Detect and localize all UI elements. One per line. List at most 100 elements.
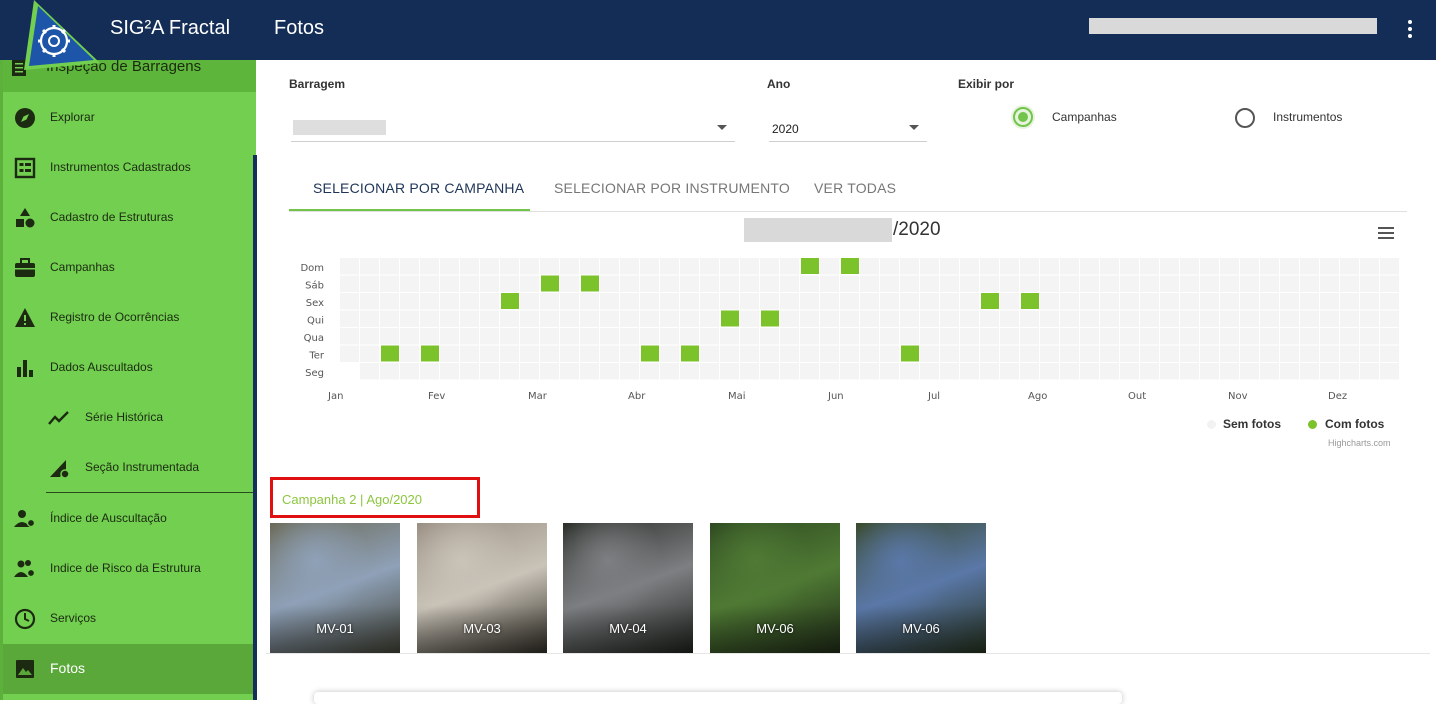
photo-thumbnail[interactable]: MV-06 [856, 523, 986, 653]
sidebar-item-fotos[interactable]: Fotos [0, 644, 256, 694]
tab-selecionar-por-campanha[interactable]: SELECIONAR POR CAMPANHA [313, 180, 524, 196]
app-logo[interactable] [20, 0, 102, 70]
heatmap-cell-sem-fotos [1040, 328, 1059, 345]
heatmap-cell-sem-fotos [1380, 310, 1399, 327]
sidebar-item-serie-historica[interactable]: Série Histórica [0, 393, 256, 443]
heatmap-cell-sem-fotos [1200, 310, 1219, 327]
sidebar-item-registro-ocorrencias[interactable]: Registro de Ocorrências [0, 293, 256, 343]
heatmap-cell-com-fotos[interactable] [641, 345, 659, 362]
heatmap-cell-sem-fotos [760, 293, 779, 310]
legend-sem-fotos-marker[interactable] [1207, 420, 1216, 429]
heatmap-cell-com-fotos[interactable] [421, 345, 439, 362]
chart-credits[interactable]: Highcharts.com [1328, 438, 1391, 448]
heatmap-cell-sem-fotos [640, 275, 659, 292]
sidebar-item-dados-auscultados[interactable]: Dados Auscultados [0, 343, 256, 393]
heatmap-cell-sem-fotos [1100, 310, 1119, 327]
sidebar-item-campanhas[interactable]: Campanhas [0, 243, 256, 293]
heatmap-cell-com-fotos[interactable] [901, 345, 919, 362]
kebab-vertical-icon[interactable] [1400, 18, 1420, 40]
sidebar-item-secao-instrumentada[interactable]: Seção Instrumentada [0, 443, 256, 493]
chevron-down-icon[interactable] [717, 125, 727, 130]
radio-instrumentos[interactable] [1235, 108, 1255, 128]
heatmap-cell-sem-fotos [1060, 310, 1079, 327]
heatmap-cell-com-fotos[interactable] [501, 293, 519, 309]
photo-caption: MV-03 [463, 621, 501, 636]
barragem-select[interactable] [291, 141, 735, 142]
heatmap-cell-sem-fotos [1160, 258, 1179, 275]
heatmap-cell-com-fotos[interactable] [721, 310, 739, 327]
radio-instrumentos-label[interactable]: Instrumentos [1273, 110, 1342, 124]
sidebar-item-indice-auscultacao[interactable]: Índice de Auscultação [0, 494, 256, 544]
heatmap-cell-sem-fotos [960, 258, 979, 275]
heatmap-cell-sem-fotos [800, 275, 819, 292]
heatmap-cell-com-fotos[interactable] [381, 345, 399, 362]
heatmap-cell-sem-fotos [400, 363, 419, 380]
sidebar-item-explorar[interactable]: Explorar [0, 93, 256, 143]
radio-campanhas[interactable] [1013, 107, 1033, 127]
heatmap-cell-sem-fotos [640, 328, 659, 345]
heatmap-cell-sem-fotos [1000, 345, 1019, 362]
photo-thumbnail[interactable]: MV-06 [710, 523, 840, 653]
heatmap-cell-sem-fotos [1240, 310, 1259, 327]
sidebar-item-servicos[interactable]: Serviços [0, 594, 256, 644]
tab-selecionar-por-instrumento[interactable]: SELECIONAR POR INSTRUMENTO [554, 180, 790, 196]
sidebar-item-cadastro-estruturas[interactable]: Cadastro de Estruturas [0, 193, 256, 243]
radio-campanhas-label[interactable]: Campanhas [1052, 110, 1117, 124]
heatmap-cell-sem-fotos [1200, 345, 1219, 362]
campaign-title[interactable]: Campanha 2 | Ago/2020 [282, 492, 422, 507]
heatmap-cell-sem-fotos [540, 345, 559, 362]
heatmap-cell-sem-fotos [860, 345, 879, 362]
ano-select[interactable] [769, 141, 927, 142]
heatmap-cell-sem-fotos [1320, 293, 1339, 310]
heatmap-cell-sem-fotos [1240, 293, 1259, 310]
user-name-redacted[interactable] [1089, 18, 1377, 34]
legend-sem-fotos[interactable]: Sem fotos [1223, 417, 1281, 431]
photo-thumbnail[interactable]: MV-03 [417, 523, 547, 653]
sidebar-item-label: Seção Instrumentada [85, 460, 200, 474]
heatmap-cell-sem-fotos [1060, 345, 1079, 362]
heatmap-cell-sem-fotos [740, 328, 759, 345]
heatmap-cell-sem-fotos [1060, 258, 1079, 275]
heatmap-cell-sem-fotos [1220, 293, 1239, 310]
heatmap-cell-sem-fotos [1320, 328, 1339, 345]
heatmap-cell-sem-fotos [460, 310, 479, 327]
heatmap-cell-sem-fotos [360, 345, 379, 362]
heatmap-cell-com-fotos[interactable] [581, 275, 599, 292]
heatmap-cell-sem-fotos [800, 328, 819, 345]
heatmap-cell-com-fotos[interactable] [541, 275, 559, 292]
heatmap-cell-sem-fotos [560, 363, 579, 380]
heatmap-cell-sem-fotos [1040, 363, 1059, 380]
legend-com-fotos[interactable]: Com fotos [1325, 417, 1384, 431]
bar-chart-icon [17, 360, 33, 377]
heatmap-cell-sem-fotos [620, 293, 639, 310]
sidebar-divider [46, 492, 256, 493]
sidebar-item-indice-risco[interactable]: Indice de Risco da Estrutura [0, 544, 256, 594]
photo-thumbnail[interactable]: MV-04 [563, 523, 693, 653]
heatmap-cell-com-fotos[interactable] [981, 293, 999, 309]
heatmap-cell-com-fotos[interactable] [801, 258, 819, 274]
heatmap-cell-sem-fotos [720, 293, 739, 310]
heatmap-cell-sem-fotos [1040, 275, 1059, 292]
heatmap-cell-sem-fotos [1240, 258, 1259, 275]
heatmap-cell-com-fotos[interactable] [761, 310, 779, 327]
heatmap-cell-sem-fotos [1280, 328, 1299, 345]
hamburger-menu-icon[interactable] [1378, 227, 1394, 240]
sidebar-scrollbar[interactable] [253, 155, 257, 700]
heatmap-cell-sem-fotos [900, 363, 919, 380]
heatmap-cell-sem-fotos [920, 310, 939, 327]
heatmap-cell-sem-fotos [1300, 258, 1319, 275]
chevron-down-icon[interactable] [909, 125, 919, 130]
heatmap-cell-com-fotos[interactable] [1021, 293, 1039, 309]
legend-com-fotos-marker[interactable] [1308, 420, 1317, 429]
heatmap-cell-sem-fotos [980, 310, 999, 327]
heatmap-cell-com-fotos[interactable] [681, 345, 699, 362]
tab-ver-todas[interactable]: VER TODAS [814, 180, 896, 196]
heatmap-cell-sem-fotos [860, 293, 879, 310]
heatmap-cell-sem-fotos [720, 275, 739, 292]
ano-label: Ano [767, 77, 791, 91]
heatmap-cell-com-fotos[interactable] [841, 258, 859, 274]
ano-select-value[interactable]: 2020 [772, 122, 799, 136]
sidebar-item-instrumentos-cadastrados[interactable]: Instrumentos Cadastrados [0, 143, 256, 193]
photo-thumbnail[interactable]: MV-01 [270, 523, 400, 653]
heatmap-cell-sem-fotos [1180, 258, 1199, 275]
